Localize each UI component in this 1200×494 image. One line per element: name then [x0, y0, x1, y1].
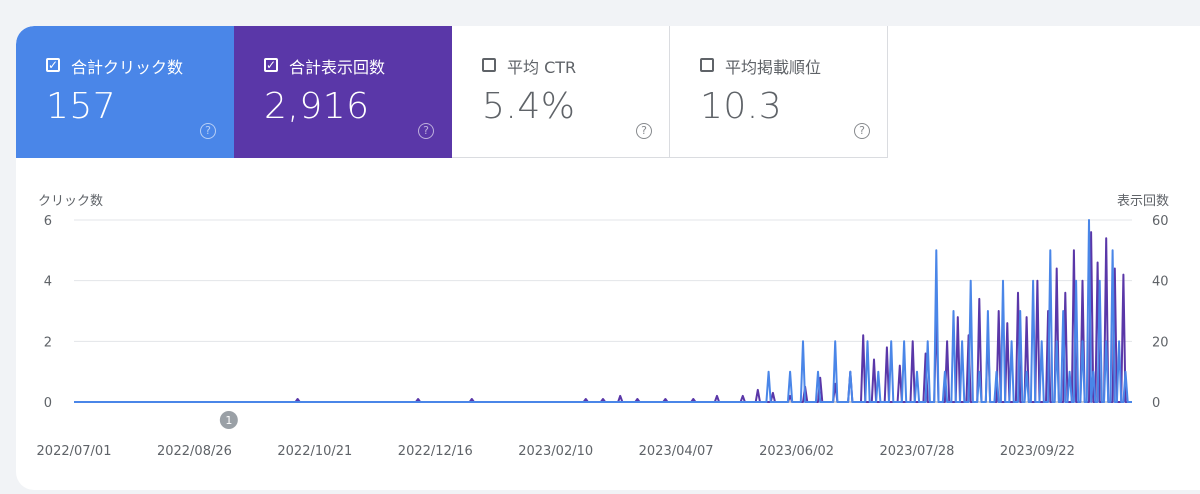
x-tick-label: 2022/07/01 — [37, 444, 112, 459]
left-tick-label: 4 — [44, 275, 52, 290]
x-tick-label: 2023/06/02 — [759, 444, 834, 459]
right-tick-label: 0 — [1152, 396, 1160, 411]
metric-value: 5.4% — [482, 86, 576, 127]
metric-tiles: ✓ 合計クリック数 157 ? ✓ 合計表示回数 2,916 ? 平均 CTR … — [16, 26, 888, 158]
help-icon[interactable]: ? — [854, 123, 870, 139]
x-tick-label: 2023/04/07 — [639, 444, 714, 459]
annotation-label: 1 — [225, 414, 232, 427]
metric-label: 合計クリック数 — [71, 58, 184, 77]
x-tick-label: 2023/09/22 — [1000, 444, 1075, 459]
metric-tile-ctr[interactable]: 平均 CTR 5.4% ? — [452, 26, 670, 158]
right-tick-label: 20 — [1152, 335, 1169, 350]
checkbox-unchecked-icon[interactable] — [700, 58, 714, 72]
help-icon[interactable]: ? — [200, 123, 216, 139]
metric-value: 10.3 — [700, 86, 783, 127]
x-tick-label: 2023/02/10 — [518, 444, 593, 459]
x-tick-label: 2022/08/26 — [157, 444, 232, 459]
x-tick-label: 2022/10/21 — [277, 444, 352, 459]
left-tick-label: 0 — [44, 396, 52, 411]
help-icon[interactable]: ? — [636, 123, 652, 139]
metric-label: 平均 CTR — [507, 58, 577, 77]
metric-label: 平均掲載順位 — [725, 58, 822, 77]
metric-tile-clicks[interactable]: ✓ 合計クリック数 157 ? — [16, 26, 234, 158]
checkbox-unchecked-icon[interactable] — [482, 58, 496, 72]
x-tick-label: 2022/12/16 — [398, 444, 473, 459]
help-icon[interactable]: ? — [418, 123, 434, 139]
metric-tile-position[interactable]: 平均掲載順位 10.3 ? — [670, 26, 888, 158]
series-line-clicks — [74, 219, 1132, 403]
metric-tile-impressions[interactable]: ✓ 合計表示回数 2,916 ? — [234, 26, 452, 158]
metric-value: 2,916 — [264, 86, 370, 127]
right-tick-label: 60 — [1152, 214, 1169, 229]
checkbox-checked-icon[interactable]: ✓ — [264, 58, 278, 72]
performance-card: ✓ 合計クリック数 157 ? ✓ 合計表示回数 2,916 ? 平均 CTR … — [16, 26, 1200, 490]
x-tick-label: 2023/07/28 — [879, 444, 954, 459]
metric-value: 157 — [46, 86, 117, 127]
metric-label: 合計表示回数 — [289, 58, 386, 77]
left-tick-label: 2 — [44, 335, 52, 350]
right-tick-label: 40 — [1152, 275, 1169, 290]
left-tick-label: 6 — [44, 214, 52, 229]
checkbox-checked-icon[interactable]: ✓ — [46, 58, 60, 72]
performance-chart: 6 60 4 40 2 20 0 0 2022/07/01 2022/08/26 2022/10/2… — [37, 214, 1169, 459]
